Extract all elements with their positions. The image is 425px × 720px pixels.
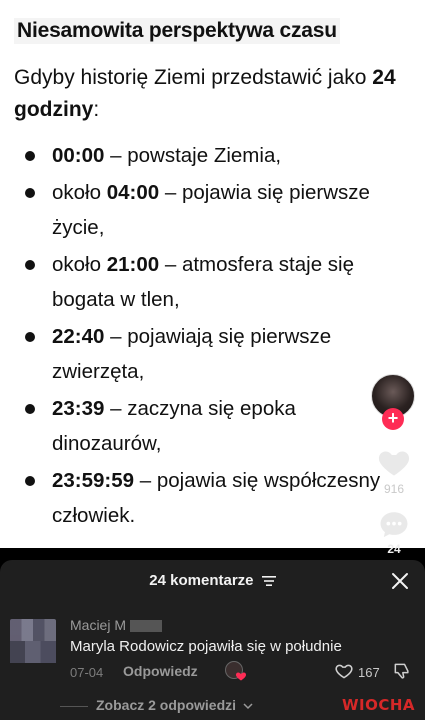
time-label: 21:00	[106, 253, 160, 276]
follow-plus-icon[interactable]: +	[382, 408, 404, 430]
comments-count-title: 24 komentarze	[149, 572, 254, 589]
heart-icon	[235, 672, 247, 681]
time-label: 23:59:59	[52, 469, 135, 492]
list-item: około 21:00 – atmosfera staje się bogata…	[22, 247, 392, 317]
chevron-down-icon	[243, 703, 253, 710]
bullet-dot	[25, 404, 35, 414]
view-replies-button[interactable]: Zobacz 2 odpowiedzi	[60, 697, 320, 717]
bullet-dot	[25, 260, 35, 270]
like-button[interactable]	[376, 444, 412, 480]
post-intro: Gdyby historię Ziemi przedstawić jako 24…	[14, 62, 404, 126]
time-label: 22:40	[52, 325, 105, 348]
comment-bubble-icon[interactable]	[376, 508, 412, 542]
comment-count: 24	[387, 542, 401, 556]
comments-sheet: 24 komentarze Maciej M Maryla Rodowicz p…	[0, 560, 425, 720]
blurred-name	[130, 620, 163, 633]
heart-icon[interactable]	[376, 444, 412, 480]
bullet-dot	[25, 188, 35, 198]
comments-header: 24 komentarze	[0, 572, 425, 589]
time-label: 23:39	[52, 397, 105, 420]
divider	[60, 705, 88, 707]
post-title: Niesamowita perspektywa czasu	[14, 18, 340, 44]
list-item: 23:59:59 – pojawia się współczesny człow…	[22, 463, 392, 533]
creator-liked-indicator	[225, 661, 247, 683]
like-count: 916	[383, 482, 405, 496]
list-item: 00:00 – powstaje Ziemia,	[22, 138, 392, 173]
list-item: około 04:00 – pojawia się pierwsze życie…	[22, 175, 392, 245]
bullet-dot	[25, 151, 35, 161]
bullet-dot	[25, 332, 35, 342]
comment-text: Maryla Rodowicz pojawiła się w południe	[70, 638, 342, 655]
intro-end: :	[93, 98, 100, 121]
bullet-dot	[25, 476, 35, 486]
comments-button[interactable]	[376, 508, 412, 542]
sort-icon[interactable]	[261, 575, 276, 587]
time-label: 04:00	[106, 181, 160, 204]
watermark-logo: WIOCHA	[341, 696, 415, 714]
heart-outline-icon[interactable]	[334, 661, 354, 681]
dislike-icon[interactable]	[392, 661, 412, 681]
timeline-list: 00:00 – powstaje Ziemia, około 04:00 – p…	[22, 138, 392, 535]
list-item: 23:39 – zaczyna się epoka dinozaurów,	[22, 391, 392, 461]
comment-date: 07-04	[70, 665, 104, 680]
list-item: 22:40 – pojawiają się pierwsze zwierzęta…	[22, 319, 392, 389]
reply-button[interactable]: Odpowiedz	[123, 663, 198, 679]
intro-text: Gdyby historię Ziemi przedstawić jako	[14, 66, 373, 89]
commenter-avatar[interactable]	[10, 619, 56, 663]
comment-meta: 07-04 Odpowiedz 167	[70, 661, 415, 683]
commenter-username[interactable]: Maciej M	[70, 617, 163, 633]
creator-avatar-button[interactable]: +	[371, 374, 417, 432]
post-content: Niesamowita perspektywa czasu Gdyby hist…	[0, 0, 425, 548]
comment-item: Maciej M Maryla Rodowicz pojawiła się w …	[10, 617, 415, 687]
close-icon[interactable]	[391, 572, 409, 590]
time-label: 00:00	[52, 144, 105, 167]
comment-like-count: 167	[358, 665, 380, 680]
